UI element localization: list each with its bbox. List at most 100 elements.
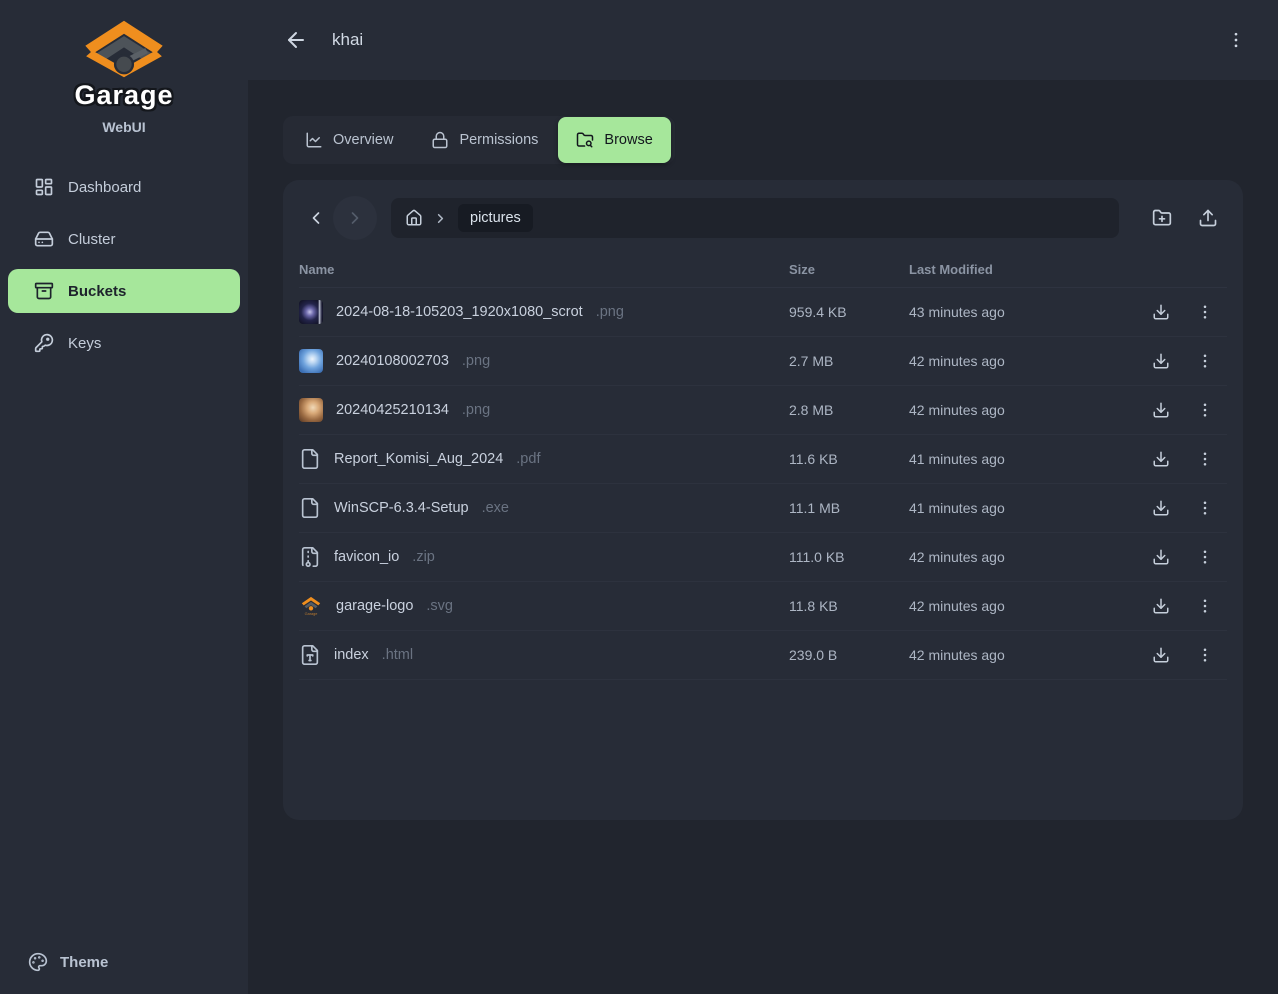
column-header-size: Size bbox=[789, 262, 909, 277]
download-button[interactable] bbox=[1143, 490, 1179, 526]
file-modified: 42 minutes ago bbox=[909, 598, 1139, 614]
home-icon[interactable] bbox=[405, 209, 423, 227]
tab-browse[interactable]: Browse bbox=[558, 117, 670, 163]
file-size: 11.6 KB bbox=[789, 451, 909, 467]
table-row[interactable]: index.html 239.0 B 42 minutes ago bbox=[299, 631, 1227, 680]
file-extension: .html bbox=[382, 647, 413, 663]
content-area: Overview Permissions Browse bbox=[248, 80, 1278, 994]
sidebar-item-dashboard[interactable]: Dashboard bbox=[8, 165, 240, 209]
download-button[interactable] bbox=[1143, 539, 1179, 575]
table-row[interactable]: Report_Komisi_Aug_2024.pdf 11.6 KB 41 mi… bbox=[299, 435, 1227, 484]
file-extension: .exe bbox=[482, 500, 509, 516]
row-menu-button[interactable] bbox=[1187, 343, 1223, 379]
tab-label: Overview bbox=[333, 132, 393, 148]
download-button[interactable] bbox=[1143, 294, 1179, 330]
download-icon bbox=[1152, 352, 1170, 370]
bucket-box-icon bbox=[34, 281, 54, 301]
download-icon bbox=[1152, 401, 1170, 419]
file-name-cell: index .html bbox=[299, 644, 789, 666]
file-name-cell: WinSCP-6.3.4-Setup .exe bbox=[299, 497, 789, 519]
table-row[interactable]: 20240108002703.png 2.7 MB 42 minutes ago bbox=[299, 337, 1227, 386]
sidebar-item-label: Dashboard bbox=[68, 179, 141, 196]
file-size: 2.8 MB bbox=[789, 402, 909, 418]
row-menu-button[interactable] bbox=[1187, 490, 1223, 526]
row-menu-button[interactable] bbox=[1187, 588, 1223, 624]
file-name-cell: 20240425210134.png bbox=[299, 398, 789, 422]
ellipsis-vertical-icon bbox=[1196, 548, 1214, 566]
table-row[interactable]: favicon_io.zip 111.0 KB 42 minutes ago bbox=[299, 533, 1227, 582]
ellipsis-vertical-icon bbox=[1196, 499, 1214, 517]
download-button[interactable] bbox=[1143, 637, 1179, 673]
row-menu-button[interactable] bbox=[1187, 392, 1223, 428]
tab-overview[interactable]: Overview bbox=[287, 120, 411, 160]
file-size: 959.4 KB bbox=[789, 304, 909, 320]
image-thumbnail bbox=[299, 349, 323, 373]
file-name: 2024-08-18-105203_1920x1080_scrot bbox=[336, 304, 583, 320]
header-menu-button[interactable] bbox=[1222, 26, 1250, 54]
sidebar-nav: Dashboard Cluster Buckets Keys bbox=[0, 165, 248, 365]
sidebar-item-keys[interactable]: Keys bbox=[8, 321, 240, 365]
page-title: khai bbox=[332, 30, 363, 50]
file-size: 11.8 KB bbox=[789, 598, 909, 614]
line-chart-icon bbox=[305, 131, 323, 149]
row-menu-button[interactable] bbox=[1187, 441, 1223, 477]
file-modified: 43 minutes ago bbox=[909, 304, 1139, 320]
breadcrumb: pictures bbox=[391, 198, 1119, 238]
download-button[interactable] bbox=[1143, 588, 1179, 624]
new-folder-button[interactable] bbox=[1143, 199, 1181, 237]
file-modified: 42 minutes ago bbox=[909, 402, 1139, 418]
arrow-left-icon bbox=[284, 28, 308, 52]
image-thumbnail bbox=[299, 398, 323, 422]
table-row[interactable]: WinSCP-6.3.4-Setup.exe 11.1 MB 41 minute… bbox=[299, 484, 1227, 533]
garage-logo-icon bbox=[83, 20, 165, 78]
download-button[interactable] bbox=[1143, 392, 1179, 428]
table-row[interactable]: 2024-08-18-105203_1920x1080_scrot.png 95… bbox=[299, 288, 1227, 337]
table-row[interactable]: Garage garage-logo.svg 11.8 KB 42 minute… bbox=[299, 582, 1227, 631]
download-button[interactable] bbox=[1143, 441, 1179, 477]
file-name: 20240108002703 bbox=[336, 353, 449, 369]
row-menu-button[interactable] bbox=[1187, 637, 1223, 673]
sidebar-item-label: Keys bbox=[68, 335, 101, 352]
folder-search-icon bbox=[576, 131, 594, 149]
download-button[interactable] bbox=[1143, 343, 1179, 379]
history-back-button[interactable] bbox=[299, 201, 333, 235]
file-extension: .png bbox=[462, 353, 490, 369]
file-table: Name Size Last Modified 2024-08-18-10520… bbox=[299, 252, 1227, 680]
lock-icon bbox=[431, 131, 449, 149]
dashboard-icon bbox=[34, 177, 54, 197]
svg-text:Garage: Garage bbox=[305, 612, 318, 616]
file-archive-icon bbox=[299, 546, 321, 568]
ellipsis-vertical-icon bbox=[1196, 450, 1214, 468]
tab-permissions[interactable]: Permissions bbox=[413, 120, 556, 160]
file-name-cell: Report_Komisi_Aug_2024.pdf bbox=[299, 448, 789, 470]
breadcrumb-folder[interactable]: pictures bbox=[458, 204, 533, 232]
file-modified: 42 minutes ago bbox=[909, 549, 1139, 565]
tab-label: Browse bbox=[604, 132, 652, 148]
file-name-cell: Garage garage-logo.svg bbox=[299, 594, 789, 618]
history-forward-button[interactable] bbox=[333, 196, 377, 240]
image-thumbnail bbox=[299, 300, 323, 324]
file-name: Report_Komisi_Aug_2024 bbox=[334, 451, 503, 467]
file-name-cell: favicon_io.zip bbox=[299, 546, 789, 568]
bucket-tabs: Overview Permissions Browse bbox=[283, 116, 675, 164]
theme-toggle[interactable]: Theme bbox=[0, 952, 248, 994]
upload-button[interactable] bbox=[1189, 199, 1227, 237]
download-icon bbox=[1152, 450, 1170, 468]
row-menu-button[interactable] bbox=[1187, 294, 1223, 330]
sidebar: Garage WebUI Dashboard Cluster Buckets bbox=[0, 0, 248, 994]
file-modified: 42 minutes ago bbox=[909, 647, 1139, 663]
sidebar-item-cluster[interactable]: Cluster bbox=[8, 217, 240, 261]
theme-label: Theme bbox=[60, 954, 108, 971]
file-name: WinSCP-6.3.4-Setup bbox=[334, 500, 469, 516]
app-subtitle: WebUI bbox=[0, 119, 248, 135]
sidebar-item-buckets[interactable]: Buckets bbox=[8, 269, 240, 313]
file-size: 11.1 MB bbox=[789, 500, 909, 516]
row-menu-button[interactable] bbox=[1187, 539, 1223, 575]
file-name: index bbox=[334, 647, 369, 663]
table-row[interactable]: 20240425210134.png 2.8 MB 42 minutes ago bbox=[299, 386, 1227, 435]
file-type-icon bbox=[299, 644, 321, 666]
file-name-cell: 2024-08-18-105203_1920x1080_scrot.png bbox=[299, 300, 789, 324]
ellipsis-vertical-icon bbox=[1226, 30, 1246, 50]
file-name: garage-logo bbox=[336, 598, 413, 614]
back-button[interactable] bbox=[282, 26, 310, 54]
